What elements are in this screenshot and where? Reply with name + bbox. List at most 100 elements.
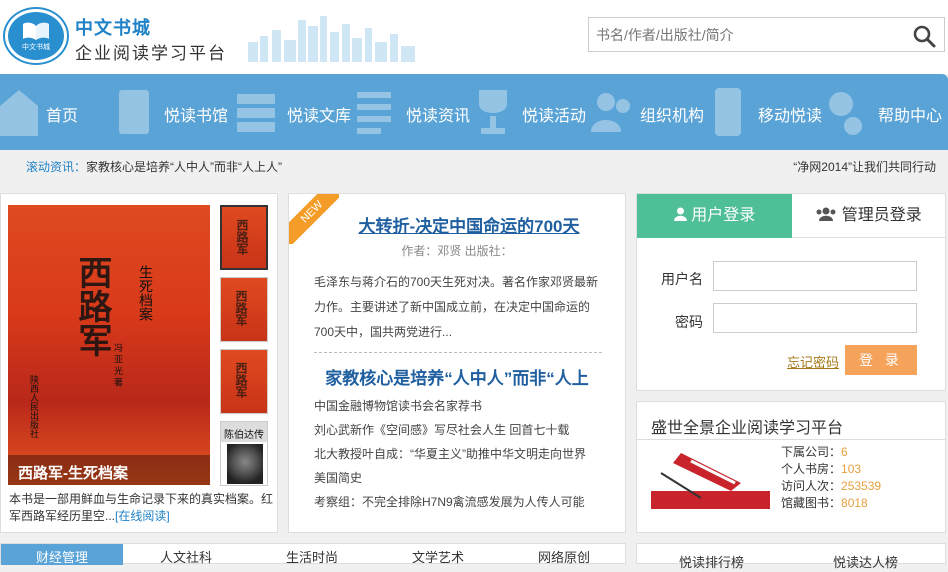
username-field[interactable] xyxy=(713,261,917,291)
book-thumbnail[interactable]: 西路军 xyxy=(220,205,268,270)
news-list-item[interactable]: 美国简史 xyxy=(314,466,586,490)
nav-library[interactable]: 悦读书馆 xyxy=(115,74,235,150)
brand-tagline: 企业阅读学习平台 xyxy=(75,44,227,63)
tab-reader-rank[interactable]: 悦读达人榜 xyxy=(833,552,898,571)
stat-label: 下属公司： xyxy=(781,445,842,459)
news-list-item[interactable]: 考察组：不完全排除H7N9禽流感发展为人传人可能 xyxy=(314,490,586,514)
book-icon xyxy=(119,90,149,134)
nav-label: 移动悦读 xyxy=(758,108,823,125)
cover-subtitle: 生死档案 xyxy=(138,265,154,321)
news-list-item[interactable]: 刘心武新作《空间感》写尽社会人生 回首七十载 xyxy=(314,418,586,442)
tab-humanities[interactable]: 人文社科 xyxy=(123,544,249,565)
news-panel: NEW 大转折-决定中国命运的700天 作者：邓贤 出版社： 毛泽东与蒋介石的7… xyxy=(288,193,626,533)
brand-name: 中文书城 xyxy=(75,18,151,38)
nav-label: 组织机构 xyxy=(640,108,705,125)
book-thumbnail[interactable]: 陈伯达传 xyxy=(220,421,268,486)
platform-title: 盛世全景企业阅读学习平台 xyxy=(651,420,844,437)
nav-news[interactable]: 悦读资讯 xyxy=(355,74,473,150)
nav-label: 悦读书馆 xyxy=(164,108,229,125)
tab-literature[interactable]: 文学艺术 xyxy=(375,544,501,565)
portrait-image xyxy=(227,444,263,484)
nav-mobile[interactable]: 移动悦读 xyxy=(709,74,827,150)
home-icon xyxy=(0,90,38,136)
stat-label: 个人书房： xyxy=(781,462,842,476)
news-summary: 毛泽东与蒋介石的700天生死对决。著名作家邓贤最新力作。主要讲述了新中国成立前，… xyxy=(314,275,599,339)
ticker-left[interactable]: 滚动资讯：家教核心是培养“人中人”而非“人上人” xyxy=(26,158,282,175)
nav-label: 悦读活动 xyxy=(522,108,587,125)
featured-book-cover[interactable]: 西路军 生死档案 冯 亚 光 著 陕西人民出版社 西路军-生死档案 xyxy=(8,205,210,485)
nav-organization[interactable]: 组织机构 xyxy=(591,74,709,150)
nav-activities[interactable]: 悦读活动 xyxy=(473,74,591,150)
platform-panel: 盛世全景企业阅读学习平台 下属公司：6 个人书房：103 访问人次：253539… xyxy=(636,401,946,533)
news-icon xyxy=(357,92,391,134)
password-field[interactable] xyxy=(713,303,917,333)
nav-help[interactable]: 帮助中心 xyxy=(827,74,948,150)
tab-label: 管理员登录 xyxy=(841,207,922,224)
tab-label: 用户登录 xyxy=(691,207,756,224)
nav-label: 帮助中心 xyxy=(878,108,943,125)
news-ticker: 滚动资讯：家教核心是培养“人中人”而非“人上人” “净网2014”让我们共同行动 xyxy=(0,150,948,182)
stat-row: 访问人次：253539 xyxy=(781,478,881,495)
featured-book-panel: 西路军 生死档案 冯 亚 光 著 陕西人民出版社 西路军-生死档案 西路军 西路… xyxy=(0,193,278,533)
divider xyxy=(314,352,602,353)
cover-title: 西路军 xyxy=(72,255,112,357)
featured-book-description: 本书是一部用鲜血与生命记录下来的真实档案。红军西路军经历里空...[在线阅读] xyxy=(9,491,274,525)
login-tabs: 用户登录 管理员登录 xyxy=(637,194,945,238)
ticker-prefix: 滚动资讯： xyxy=(26,160,87,174)
thumb-title: 西路军 xyxy=(234,290,248,326)
login-panel: 用户登录 管理员登录 用户名 密码 忘记密码 登 录 xyxy=(636,193,946,391)
featured-book-caption: 西路军-生死档案 xyxy=(8,455,210,485)
forgot-password-link[interactable]: 忘记密码 xyxy=(787,352,839,371)
main-nav: 首页 悦读书馆 悦读文库 悦读资讯 悦读活动 组织机构 移动悦读 帮助中心 xyxy=(0,74,948,150)
cover-author: 冯 亚 光 著 xyxy=(113,343,123,387)
second-headline[interactable]: 家教核心是培养“人中人”而非“人上 xyxy=(289,364,625,389)
thumb-title: 陈伯达传 xyxy=(221,422,267,442)
thumb-title: 西路军 xyxy=(234,362,248,398)
mobile-icon xyxy=(715,88,741,136)
user-icon xyxy=(673,207,687,221)
ranking-tabs: 悦读排行榜 悦读达人榜 xyxy=(636,543,946,570)
stat-value: 253539 xyxy=(841,479,882,493)
cover-publisher: 陕西人民出版社 xyxy=(29,375,39,438)
news-meta: 作者：邓贤 出版社： xyxy=(401,244,513,258)
header: 中文书城 中文书城 企业阅读学习平台 xyxy=(0,0,948,74)
tab-online-original[interactable]: 网络原创 xyxy=(501,544,627,565)
category-tabs: 财经管理 人文社科 生活时尚 文学艺术 网络原创 xyxy=(0,543,627,565)
read-online-link[interactable]: [在线阅读] xyxy=(115,509,170,523)
users-icon xyxy=(816,207,836,221)
ticker-right[interactable]: “净网2014”让我们共同行动 xyxy=(793,158,936,175)
book-thumbnail[interactable]: 西路军 xyxy=(220,349,268,414)
stat-value: 103 xyxy=(841,462,862,476)
library-icon xyxy=(237,94,275,132)
news-headline[interactable]: 大转折-决定中国命运的700天 xyxy=(301,212,637,237)
tab-finance[interactable]: 财经管理 xyxy=(1,544,123,565)
logo[interactable]: 中文书城 xyxy=(5,9,67,63)
stat-label: 馆藏图书： xyxy=(781,496,842,510)
book-thumbnail[interactable]: 西路军 xyxy=(220,277,268,342)
news-list-item[interactable]: 中国金融博物馆读书会名家荐书 xyxy=(314,394,586,418)
tab-user-login[interactable]: 用户登录 xyxy=(637,194,792,238)
nav-home[interactable]: 首页 xyxy=(0,74,115,150)
platform-banner-image xyxy=(651,443,770,509)
divider xyxy=(637,439,945,440)
stat-value: 6 xyxy=(841,445,848,459)
tab-lifestyle[interactable]: 生活时尚 xyxy=(249,544,375,565)
news-list-item[interactable]: 北大教授叶自成：“华夏主义”助推中华文明走向世界 xyxy=(314,442,586,466)
search-icon[interactable] xyxy=(912,24,936,48)
nav-label: 悦读文库 xyxy=(287,108,352,125)
stat-value: 8018 xyxy=(841,496,868,510)
login-button[interactable]: 登 录 xyxy=(845,345,917,375)
nav-label: 悦读资讯 xyxy=(406,108,471,125)
tab-admin-login[interactable]: 管理员登录 xyxy=(792,194,945,238)
gear-icon xyxy=(829,92,862,135)
username-label: 用户名 xyxy=(661,271,703,287)
platform-stats: 下属公司：6 个人书房：103 访问人次：253539 馆藏图书：8018 xyxy=(781,444,881,512)
logo-mark-text: 中文书城 xyxy=(22,44,50,51)
skyline-decoration xyxy=(248,16,415,62)
news-list: 中国金融博物馆读书会名家荐书 刘心武新作《空间感》写尽社会人生 回首七十载 北大… xyxy=(314,394,586,514)
open-book-icon xyxy=(23,22,49,40)
stat-label: 访问人次： xyxy=(781,479,842,493)
search-input[interactable] xyxy=(589,18,899,51)
tab-reading-rank[interactable]: 悦读排行榜 xyxy=(679,552,744,571)
nav-archive[interactable]: 悦读文库 xyxy=(235,74,355,150)
